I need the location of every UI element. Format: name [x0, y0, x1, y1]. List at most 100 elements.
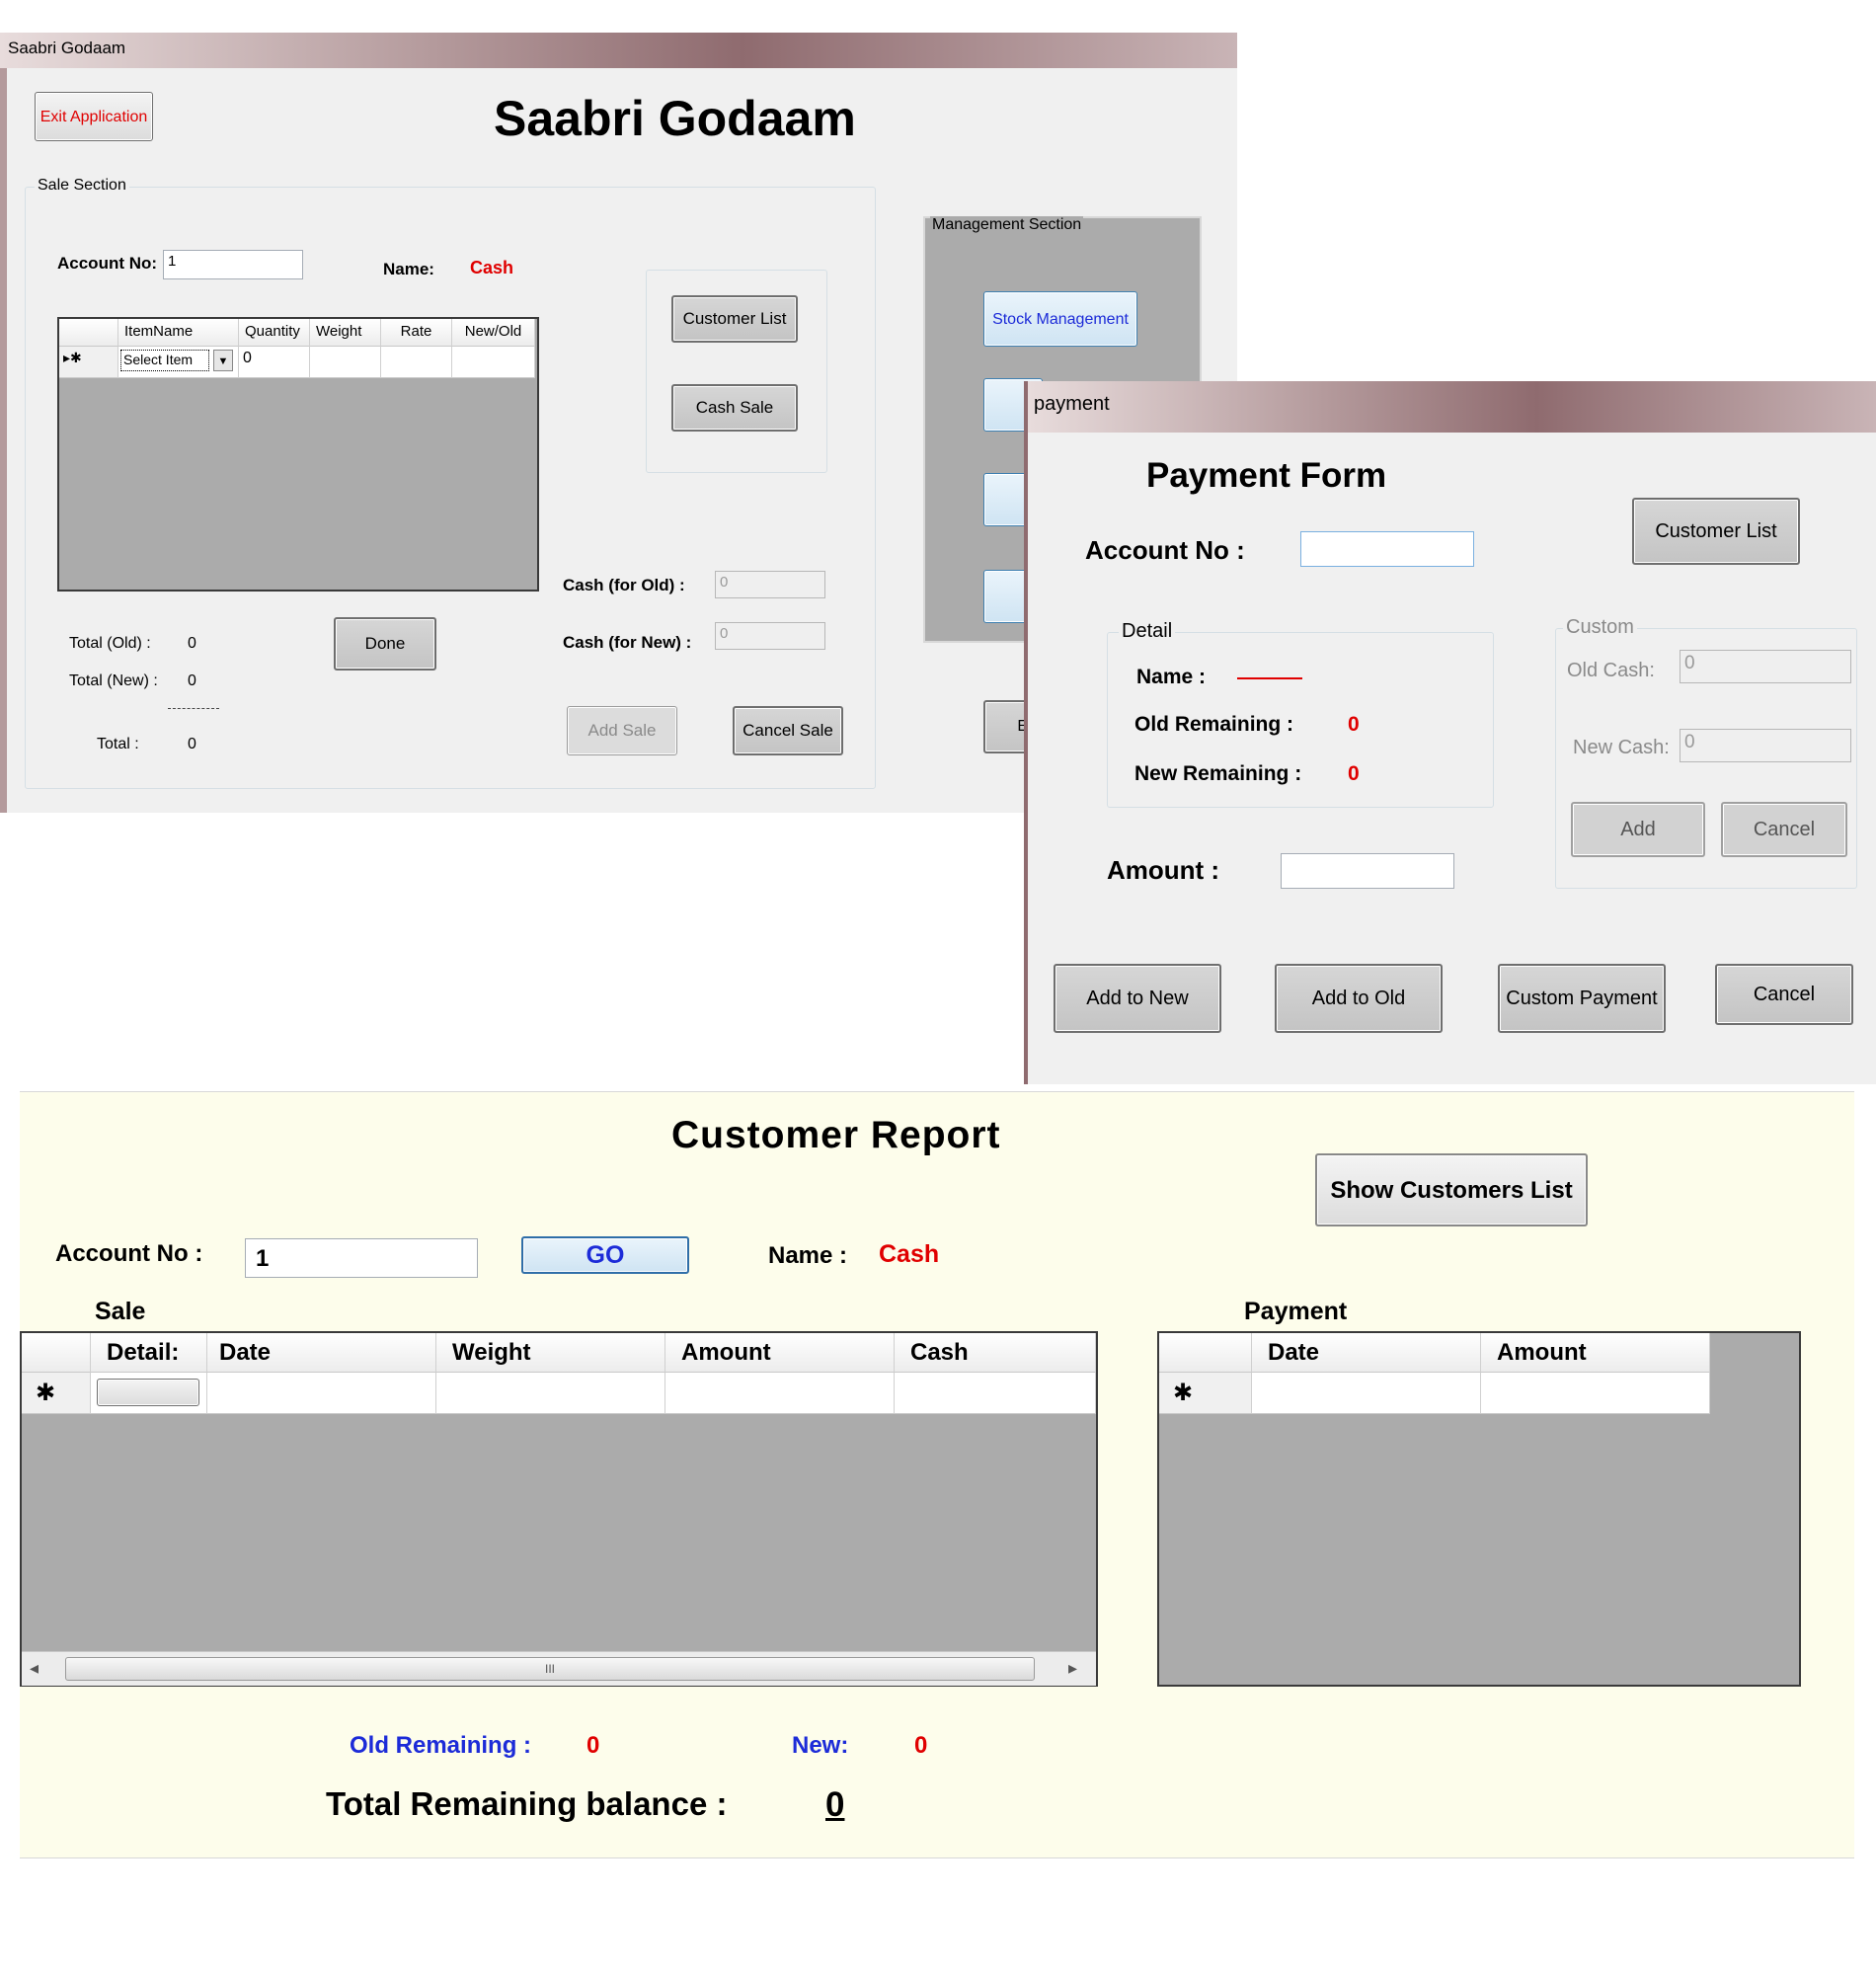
payment-account-label: Account No : [1085, 535, 1245, 565]
new-cash-label: New Cash: [1573, 737, 1670, 758]
done-button[interactable]: Done [334, 617, 436, 671]
cash-sale-button[interactable]: Cash Sale [671, 384, 798, 432]
name-value: Cash [470, 258, 514, 277]
detail-name-label: Name : [1136, 666, 1207, 688]
sale-header-date[interactable]: Date [207, 1333, 436, 1373]
total-remaining-balance-value: 0 [825, 1785, 845, 1824]
name-label: Name: [383, 260, 434, 278]
custom-payment-button[interactable]: Custom Payment [1498, 964, 1666, 1033]
cancel-sale-button[interactable]: Cancel Sale [733, 706, 843, 755]
grid-cell-itemname[interactable]: Select Item ▼ [118, 347, 239, 378]
report-name-label: Name : [768, 1242, 848, 1269]
chevron-down-icon[interactable]: ▼ [213, 350, 233, 371]
add-to-old-button[interactable]: Add to Old [1275, 964, 1443, 1033]
detail-group-label: Detail [1119, 620, 1176, 643]
report-account-label: Account No : [55, 1240, 203, 1267]
cash-new-label: Cash (for New) : [563, 633, 692, 652]
sale-report-grid[interactable]: Detail: Date Weight Amount Cash ✱ ◂ III … [20, 1331, 1098, 1687]
sale-items-grid[interactable]: ItemName Quantity Weight Rate New/Old ▸✱… [57, 317, 539, 592]
custom-group-label: Custom [1563, 616, 1637, 639]
cash-old-label: Cash (for Old) : [563, 576, 685, 594]
grid-header-newold[interactable]: New/Old [452, 319, 535, 347]
management-section-label: Management Section [930, 216, 1084, 234]
sale-date-cell[interactable] [207, 1373, 436, 1414]
payment-account-input[interactable] [1300, 531, 1474, 567]
total-value: 0 [188, 736, 196, 752]
payment-grid-label: Payment [1244, 1298, 1348, 1325]
sale-detail-button[interactable] [97, 1379, 199, 1406]
add-to-new-button[interactable]: Add to New [1054, 964, 1221, 1033]
new-cash-input[interactable]: 0 [1680, 729, 1851, 762]
item-select-dropdown[interactable]: Select Item [120, 350, 209, 371]
total-old-label: Total (Old) : [69, 635, 151, 652]
grid-header-rate[interactable]: Rate [381, 319, 452, 347]
payment-header-date[interactable]: Date [1252, 1333, 1481, 1373]
go-button[interactable]: GO [521, 1236, 689, 1274]
detail-old-remaining-label: Old Remaining : [1134, 713, 1294, 736]
exit-application-button[interactable]: Exit Application [35, 92, 153, 141]
payment-form-title: Payment Form [1146, 456, 1387, 495]
payment-customer-list-button[interactable]: Customer List [1632, 498, 1800, 565]
sale-header-detail[interactable]: Detail: [91, 1333, 207, 1373]
report-old-remaining-value: 0 [586, 1732, 600, 1759]
payment-cancel-button[interactable]: Cancel [1715, 964, 1853, 1025]
grid-header-itemname[interactable]: ItemName [118, 319, 239, 347]
sale-cash-cell[interactable] [895, 1373, 1096, 1414]
cash-old-input[interactable]: 0 [715, 571, 825, 598]
stock-management-button[interactable]: Stock Management [983, 291, 1137, 347]
totals-divider [168, 708, 219, 709]
account-no-input[interactable]: 1 [163, 250, 303, 279]
sale-grid-scrollbar[interactable]: ◂ III ▸ [22, 1651, 1096, 1686]
total-new-value: 0 [188, 672, 196, 689]
sale-section-label: Sale Section [35, 177, 129, 195]
old-cash-label: Old Cash: [1567, 660, 1655, 681]
detail-new-remaining-value: 0 [1348, 762, 1360, 785]
sale-weight-cell[interactable] [436, 1373, 665, 1414]
sale-amount-cell[interactable] [665, 1373, 895, 1414]
main-window-titlebar[interactable]: Saabri Godaam [0, 33, 1237, 68]
scroll-left-arrow-icon[interactable]: ◂ [30, 1658, 39, 1679]
account-no-label: Account No: [57, 254, 158, 273]
show-customers-list-button[interactable]: Show Customers List [1315, 1153, 1588, 1226]
payment-window: payment Payment Form Account No : Custom… [1024, 381, 1876, 1084]
grid-header-weight[interactable]: Weight [310, 319, 381, 347]
custom-cancel-button[interactable]: Cancel [1721, 802, 1847, 857]
payment-header-amount[interactable]: Amount [1481, 1333, 1710, 1373]
customer-list-button[interactable]: Customer List [671, 295, 798, 343]
page-title: Saabri Godaam [494, 91, 856, 146]
grid-cell-weight[interactable] [310, 347, 381, 378]
main-window-border [0, 68, 7, 813]
grid-corner [59, 319, 118, 347]
sale-new-row-marker: ✱ [22, 1373, 91, 1414]
scroll-right-arrow-icon[interactable]: ▸ [1068, 1658, 1077, 1679]
customer-report-window: Customer Report Show Customers List Acco… [20, 1091, 1854, 1858]
detail-old-remaining-value: 0 [1348, 713, 1360, 736]
old-cash-input[interactable]: 0 [1680, 650, 1851, 683]
scrollbar-thumb[interactable]: III [65, 1657, 1035, 1681]
cash-new-input[interactable]: 0 [715, 622, 825, 650]
report-new-label: New: [792, 1732, 849, 1759]
sale-detail-cell[interactable] [91, 1373, 207, 1414]
total-remaining-balance-label: Total Remaining balance : [326, 1785, 728, 1822]
sale-header-weight[interactable]: Weight [436, 1333, 665, 1373]
payment-grid-corner [1159, 1333, 1252, 1373]
grid-cell-newold[interactable] [452, 347, 535, 378]
detail-new-remaining-label: New Remaining : [1134, 762, 1302, 785]
grid-row-marker: ▸✱ [59, 347, 118, 378]
add-sale-button[interactable]: Add Sale [567, 706, 677, 755]
payment-report-grid[interactable]: Date Amount ✱ [1157, 1331, 1801, 1687]
grid-header-quantity[interactable]: Quantity [239, 319, 310, 347]
sale-header-amount[interactable]: Amount [665, 1333, 895, 1373]
payment-window-titlebar[interactable]: payment [1028, 381, 1876, 433]
amount-input[interactable] [1281, 853, 1454, 889]
total-label: Total : [97, 736, 139, 752]
customer-report-title: Customer Report [671, 1114, 1001, 1156]
total-new-label: Total (New) : [69, 672, 158, 689]
custom-add-button[interactable]: Add [1571, 802, 1705, 857]
grid-cell-rate[interactable] [381, 347, 452, 378]
report-account-input[interactable]: 1 [245, 1238, 478, 1278]
sale-header-cash[interactable]: Cash [895, 1333, 1096, 1373]
grid-cell-quantity[interactable]: 0 [239, 347, 310, 378]
payment-date-cell[interactable] [1252, 1373, 1481, 1414]
payment-amount-cell[interactable] [1481, 1373, 1710, 1414]
